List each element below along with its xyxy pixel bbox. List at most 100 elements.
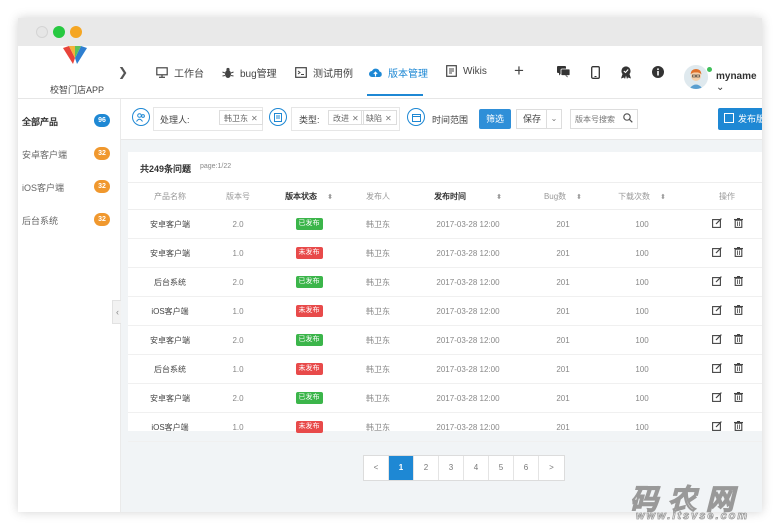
- sort-icon[interactable]: ⬍: [576, 194, 582, 201]
- status-badge: 未发布: [295, 421, 323, 433]
- sort-icon[interactable]: ⬍: [327, 194, 333, 201]
- nav-item-workbench[interactable]: 工作台: [156, 65, 204, 80]
- table-row[interactable]: 安卓客户端 2.0 已发布 韩卫东 2017-03-28 12:00 201 100: [128, 209, 762, 239]
- trash-icon[interactable]: [733, 392, 743, 402]
- calendar-icon[interactable]: [407, 108, 425, 126]
- page-button[interactable]: 6: [514, 456, 539, 480]
- bug-icon: [222, 67, 234, 78]
- publish-version-button[interactable]: 发布版本: [718, 108, 762, 130]
- edit-icon[interactable]: [711, 363, 722, 373]
- time-range-label[interactable]: 时间范围: [432, 113, 468, 126]
- assignee-tag[interactable]: 韩卫东 ✕: [219, 110, 263, 125]
- type-tag[interactable]: 改进 ✕: [328, 110, 364, 125]
- sidebar-item-backend[interactable]: 后台系统 32: [18, 210, 120, 230]
- sort-icon[interactable]: ⬍: [496, 194, 502, 201]
- sidebar-item-android[interactable]: 安卓客户端 32: [18, 144, 120, 164]
- info-icon[interactable]: [652, 66, 664, 78]
- username[interactable]: myname ⌄: [716, 71, 762, 93]
- actions-cell: [692, 325, 762, 355]
- column-header-sortable[interactable]: 版本状态 ⬍: [264, 182, 354, 210]
- sort-icon[interactable]: ⬍: [660, 194, 666, 201]
- trash-icon[interactable]: [733, 421, 743, 431]
- bug-count-cell: 201: [534, 383, 592, 413]
- pagination-next-button[interactable]: >: [539, 456, 564, 480]
- version-cell: 2.0: [212, 267, 264, 297]
- edit-icon[interactable]: [711, 276, 722, 286]
- table-row[interactable]: 安卓客户端 2.0 已发布 韩卫东 2017-03-28 12:00 201 100: [128, 383, 762, 413]
- sidebar-item-all-products[interactable]: 全部产品 96: [18, 111, 120, 131]
- publish-time-cell: 2017-03-28 12:00: [402, 325, 534, 355]
- sidebar-item-ios[interactable]: iOS客户端 32: [18, 177, 120, 197]
- publisher-cell: 韩卫东: [354, 238, 402, 268]
- trash-icon[interactable]: [733, 305, 743, 315]
- page-info: page:1/22: [200, 163, 232, 170]
- trash-icon[interactable]: [733, 218, 743, 228]
- publish-time-cell: 2017-03-28 12:00: [402, 238, 534, 268]
- publisher-cell: 韩卫东: [354, 383, 402, 413]
- close-icon[interactable]: ✕: [352, 114, 359, 123]
- close-icon[interactable]: ✕: [251, 114, 258, 123]
- trash-icon[interactable]: [733, 276, 743, 286]
- page-button[interactable]: 5: [489, 456, 514, 480]
- pagination-prev-button[interactable]: <: [364, 456, 389, 480]
- edit-icon[interactable]: [711, 334, 722, 344]
- page-button[interactable]: 2: [414, 456, 439, 480]
- close-icon[interactable]: ✕: [385, 114, 392, 123]
- trash-icon[interactable]: [733, 247, 743, 257]
- table-row[interactable]: 安卓客户端 1.0 未发布 韩卫东 2017-03-28 12:00 201 100: [128, 238, 762, 268]
- chat-icon[interactable]: [557, 66, 570, 78]
- badge-icon[interactable]: [620, 66, 632, 79]
- product-name-cell: 安卓客户端: [128, 238, 212, 268]
- table-row[interactable]: iOS客户端 1.0 未发布 韩卫东 2017-03-28 12:00 201 100: [128, 412, 762, 442]
- column-header-sortable[interactable]: 下载次数 ⬍: [592, 182, 692, 210]
- type-tag[interactable]: 缺陷 ✕: [361, 110, 397, 125]
- search-icon[interactable]: [623, 113, 633, 123]
- edit-icon[interactable]: [711, 218, 722, 228]
- avatar[interactable]: [684, 65, 708, 89]
- column-header-sortable[interactable]: Bug数 ⬍: [534, 182, 592, 210]
- trash-icon[interactable]: [733, 363, 743, 373]
- trash-icon[interactable]: [733, 334, 743, 344]
- status-badge: 未发布: [295, 363, 323, 375]
- save-select[interactable]: 保存 ⌄: [516, 109, 562, 129]
- status-badge: 已发布: [295, 334, 323, 346]
- status-cell: 未发布: [264, 238, 354, 268]
- column-header-sortable[interactable]: 发布时间 ⬍: [402, 182, 534, 210]
- window-dot-disabled: [36, 26, 48, 38]
- chevron-right-icon[interactable]: ❯: [118, 65, 128, 79]
- edit-icon[interactable]: [711, 421, 722, 431]
- table-row[interactable]: iOS客户端 1.0 未发布 韩卫东 2017-03-28 12:00 201 100: [128, 296, 762, 326]
- column-header: 发布人: [354, 182, 402, 210]
- publish-time-cell: 2017-03-28 12:00: [402, 267, 534, 297]
- version-table: 产品名称 版本号 版本状态 ⬍ 发布人 发布时间 ⬍ Bug数 ⬍ 下载次数 ⬍ 操作 …: [128, 182, 762, 442]
- download-count-cell: 100: [592, 267, 692, 297]
- nav-item-wikis[interactable]: Wikis: [446, 65, 487, 77]
- edit-icon[interactable]: [711, 392, 722, 402]
- terminal-icon: [295, 67, 307, 78]
- nav-item-bug[interactable]: bug管理: [222, 65, 277, 80]
- table-row[interactable]: 安卓客户端 2.0 已发布 韩卫东 2017-03-28 12:00 201 100: [128, 325, 762, 355]
- plus-icon[interactable]: +: [514, 61, 524, 81]
- actions-cell: [692, 383, 762, 413]
- mobile-icon[interactable]: [591, 66, 600, 79]
- window-maximize-button[interactable]: [53, 26, 65, 38]
- bug-count-cell: 201: [534, 209, 592, 239]
- nav-item-testcase[interactable]: 测试用例: [295, 65, 353, 80]
- table-row[interactable]: 后台系统 1.0 未发布 韩卫东 2017-03-28 12:00 201 100: [128, 354, 762, 384]
- monitor-icon: [156, 67, 168, 78]
- table-row[interactable]: 后台系统 2.0 已发布 韩卫东 2017-03-28 12:00 201 100: [128, 267, 762, 297]
- active-tab-indicator: [367, 94, 423, 96]
- edit-icon[interactable]: [711, 305, 722, 315]
- product-name-cell: iOS客户端: [128, 412, 212, 442]
- edit-icon[interactable]: [711, 247, 722, 257]
- page-button-active[interactable]: 1: [389, 456, 414, 480]
- page-button[interactable]: 4: [464, 456, 489, 480]
- page-button[interactable]: 3: [439, 456, 464, 480]
- filter-button[interactable]: 筛选: [479, 109, 511, 129]
- logo-icon: [63, 46, 87, 64]
- version-cell: 2.0: [212, 209, 264, 239]
- version-cell: 1.0: [212, 354, 264, 384]
- nav-item-version[interactable]: 版本管理: [369, 65, 428, 80]
- window-minimize-button[interactable]: [70, 26, 82, 38]
- version-table-panel: 共249条问题 page:1/22 产品名称 版本号 版本状态 ⬍ 发布人 发布时…: [128, 152, 762, 442]
